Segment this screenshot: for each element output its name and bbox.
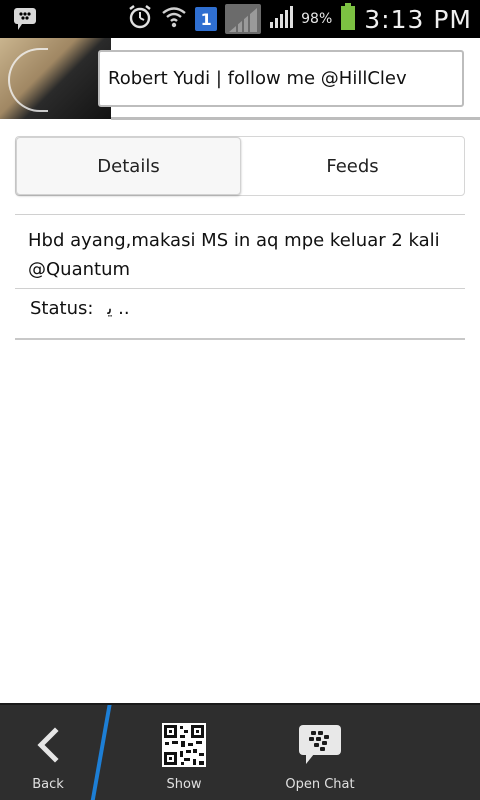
status-value: ﯾ .. xyxy=(107,298,130,319)
signal-box-icon xyxy=(225,4,262,34)
divider xyxy=(15,338,465,340)
tab-details[interactable]: Details xyxy=(16,137,241,195)
back-label: Back xyxy=(32,777,64,792)
tab-bar: Details Feeds xyxy=(15,136,465,196)
alarm-icon xyxy=(127,4,153,34)
open-chat-button[interactable]: Open Chat xyxy=(280,705,360,800)
divider xyxy=(15,214,465,215)
back-chevron-icon xyxy=(35,721,61,769)
notification-badge: 1 xyxy=(195,7,218,31)
bbm-chat-icon xyxy=(12,6,40,32)
personal-message: Hbd ayang,makasi MS in aq mpe keluar 2 k… xyxy=(28,230,440,280)
contact-name-field[interactable]: Robert Yudi | follow me @HillClev xyxy=(98,50,464,107)
bbm-chat-bubble-icon xyxy=(298,721,342,769)
battery-icon xyxy=(340,3,356,35)
wifi-icon xyxy=(161,5,187,33)
divider xyxy=(15,288,465,289)
clock: 3:13 PM xyxy=(364,4,472,34)
battery-percent: 98% xyxy=(301,11,333,27)
tab-feeds[interactable]: Feeds xyxy=(241,137,464,195)
show-label: Show xyxy=(166,777,202,792)
status-row: Status: ﯾ .. xyxy=(30,298,130,319)
status-label: Status: xyxy=(30,298,94,319)
avatar[interactable] xyxy=(0,38,111,119)
back-divider xyxy=(90,705,112,800)
qr-code-icon xyxy=(162,721,206,769)
header-divider xyxy=(111,117,480,120)
bottom-action-bar: Back Show Open Chat xyxy=(0,703,480,800)
signal-icon xyxy=(269,5,294,33)
contact-header: Robert Yudi | follow me @HillClev xyxy=(0,38,480,120)
back-button[interactable]: Back xyxy=(14,705,82,800)
status-bar: 1 98% 3:13 PM xyxy=(0,0,480,38)
open-chat-label: Open Chat xyxy=(285,777,355,792)
show-qr-button[interactable]: Show xyxy=(148,705,220,800)
